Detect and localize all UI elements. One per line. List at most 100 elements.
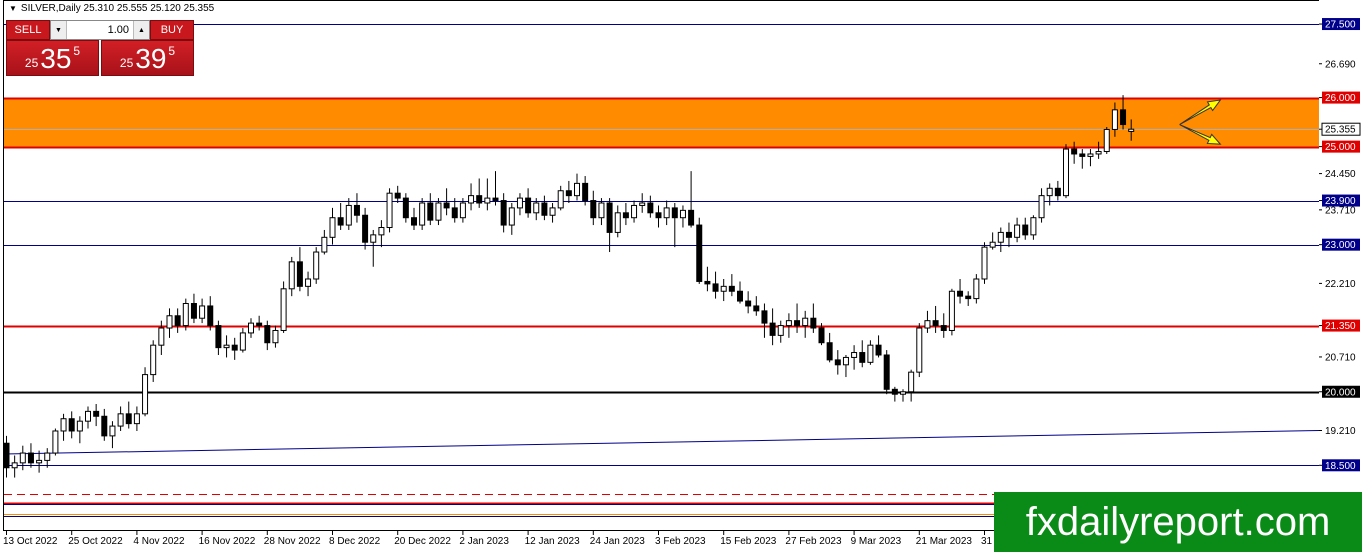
x-tick-label: 25 Oct 2022 bbox=[68, 536, 123, 547]
x-tick-label: 27 Feb 2023 bbox=[785, 536, 842, 547]
candle-body-bull bbox=[1063, 148, 1069, 197]
candle-body-bull bbox=[321, 236, 328, 253]
candle bbox=[150, 340, 157, 382]
candle-body-bear bbox=[353, 204, 360, 216]
price-tag-label: 20.000 bbox=[1325, 387, 1356, 398]
candle-body-bear bbox=[190, 303, 197, 319]
candle-body-bear bbox=[451, 207, 458, 219]
candle bbox=[655, 205, 662, 228]
candle bbox=[125, 401, 132, 429]
candle bbox=[117, 406, 124, 431]
candle bbox=[851, 345, 858, 370]
candle bbox=[362, 207, 369, 250]
candle-body-bear bbox=[362, 214, 369, 243]
candle-body-bull bbox=[549, 207, 556, 216]
candle-body-bull bbox=[598, 202, 605, 219]
candle bbox=[386, 188, 393, 233]
candle bbox=[296, 247, 303, 292]
candle bbox=[777, 320, 784, 343]
x-tick-label: 2 Jan 2023 bbox=[459, 536, 509, 547]
candle-body-bear bbox=[891, 388, 898, 395]
chevron-down-icon[interactable]: ▼ bbox=[51, 21, 67, 39]
sell-button[interactable]: SELL bbox=[6, 20, 50, 40]
candle bbox=[411, 207, 417, 230]
candle-body-bull bbox=[313, 251, 320, 280]
candle-body-bear bbox=[810, 317, 817, 329]
candle-body-bear bbox=[1079, 153, 1086, 157]
price-chart[interactable]: 27.50026.69026.00025.35525.00024.45023.9… bbox=[0, 0, 1362, 552]
candle bbox=[223, 335, 230, 358]
candle bbox=[728, 274, 735, 297]
y-tick-label: 20.710 bbox=[1325, 352, 1356, 363]
x-tick-label: 3 Feb 2023 bbox=[655, 536, 706, 547]
candle bbox=[842, 354, 849, 378]
candle-body-bull bbox=[516, 197, 523, 209]
candle-body-bear bbox=[394, 192, 401, 199]
chevron-up-icon[interactable]: ▲ bbox=[133, 21, 149, 39]
candle-body-bull bbox=[1103, 128, 1110, 153]
candle bbox=[85, 406, 91, 429]
candle-body-bear bbox=[1005, 231, 1012, 238]
candle bbox=[215, 320, 222, 355]
candle bbox=[435, 198, 442, 226]
sell-price-display[interactable]: 25 35 5 bbox=[6, 40, 99, 76]
candle-body-bull bbox=[419, 202, 426, 226]
candle bbox=[468, 183, 475, 211]
candle bbox=[761, 303, 768, 338]
symbol-title-text: SILVER,Daily 25.310 25.555 25.120 25.355 bbox=[20, 3, 215, 14]
candle bbox=[142, 367, 149, 417]
buy-button[interactable]: BUY bbox=[150, 20, 194, 40]
candle-body-bull bbox=[981, 246, 988, 280]
candle-body-bull bbox=[76, 420, 83, 432]
watermark-banner: fxdailyreport.com bbox=[994, 492, 1362, 552]
lot-size-input[interactable]: 1.00 bbox=[67, 24, 133, 36]
candle-body-bull bbox=[109, 425, 116, 437]
candle-body-bear bbox=[125, 413, 132, 425]
x-tick-label: 20 Dec 2022 bbox=[394, 536, 451, 547]
candle bbox=[3, 435, 10, 478]
candle-body-bull bbox=[908, 371, 915, 393]
candle-body-bear bbox=[745, 300, 752, 307]
x-tick-label: 24 Jan 2023 bbox=[590, 536, 645, 547]
y-axis: 27.50026.69026.00025.35525.00024.45023.9… bbox=[1319, 18, 1361, 521]
candle bbox=[508, 202, 515, 235]
candle-body-bull bbox=[1038, 195, 1045, 219]
candle-body-bull bbox=[851, 352, 858, 358]
candle bbox=[337, 202, 344, 230]
x-tick-label: 16 Nov 2022 bbox=[199, 536, 256, 547]
candle-body-bear bbox=[264, 325, 271, 344]
candle-body-bull bbox=[484, 197, 491, 204]
candle bbox=[557, 185, 564, 211]
candle bbox=[264, 320, 271, 351]
candle bbox=[1079, 149, 1086, 169]
candle-body-bear bbox=[296, 261, 303, 287]
candle bbox=[737, 281, 743, 304]
candle bbox=[631, 200, 638, 223]
x-axis: 13 Oct 2022 25 Oct 2022 4 Nov 2022 16 Nov 2… bbox=[3, 531, 1038, 547]
candle-body-bull bbox=[305, 278, 312, 287]
candle bbox=[794, 303, 801, 333]
price-tag-label: 26.000 bbox=[1325, 93, 1356, 104]
y-tick-label: 19.210 bbox=[1325, 426, 1356, 437]
candle bbox=[826, 332, 833, 363]
candle-body-bear bbox=[1022, 224, 1029, 236]
candle-body-bear bbox=[27, 452, 34, 464]
candle bbox=[174, 308, 181, 333]
candle-body-bull bbox=[574, 182, 580, 197]
lot-size-stepper[interactable]: ▼ 1.00 ▲ bbox=[50, 20, 150, 40]
candle-body-bull bbox=[44, 452, 51, 461]
candle-body-bear bbox=[932, 320, 939, 327]
triangle-icon[interactable]: ▼ bbox=[9, 4, 17, 13]
candle-body-bull bbox=[973, 278, 980, 300]
candle bbox=[345, 198, 352, 230]
candle bbox=[109, 421, 116, 449]
candle-body-bear bbox=[696, 224, 703, 282]
buy-price-display[interactable]: 25 39 5 bbox=[101, 40, 194, 76]
candle bbox=[492, 171, 499, 206]
candle bbox=[908, 369, 915, 402]
candle-body-bear bbox=[3, 442, 10, 469]
candle bbox=[313, 247, 320, 284]
candle-body-bull bbox=[468, 195, 475, 204]
candle bbox=[549, 202, 556, 223]
candle bbox=[248, 318, 254, 338]
